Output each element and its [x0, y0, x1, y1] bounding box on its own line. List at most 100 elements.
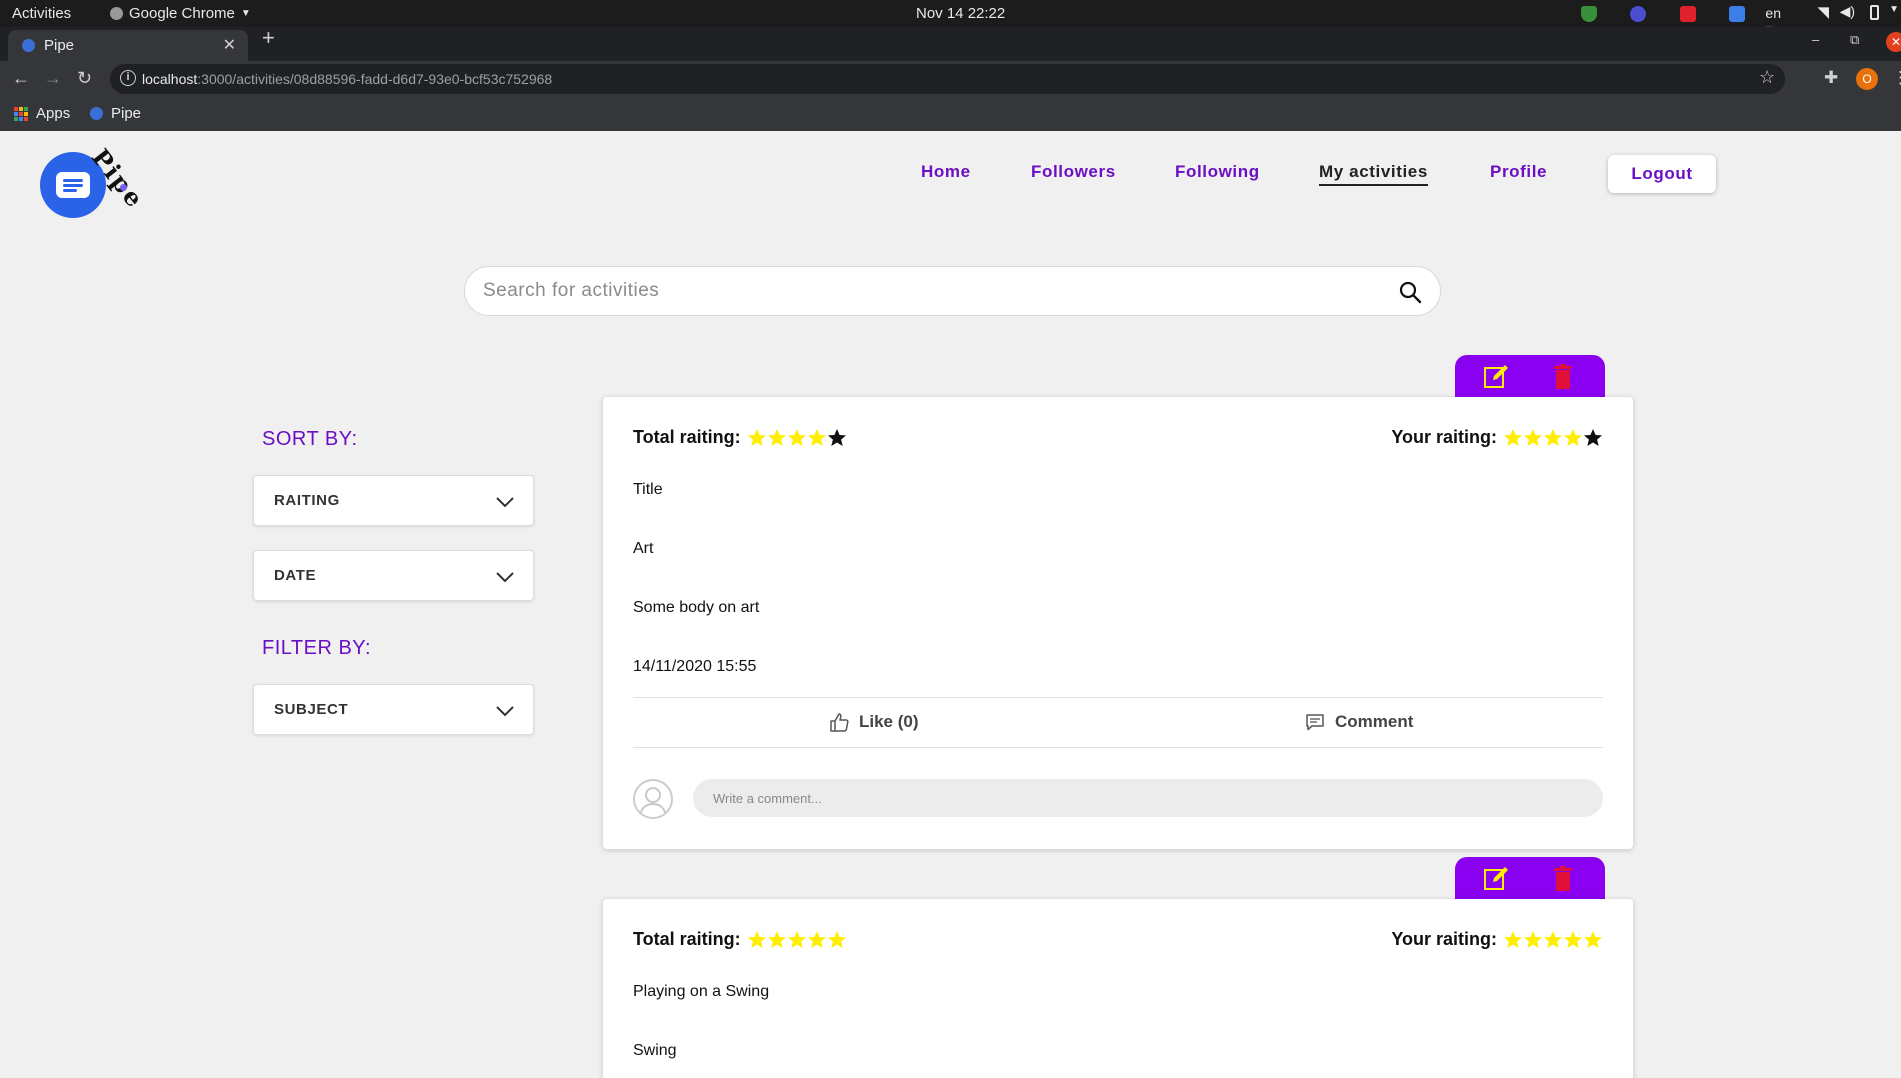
os-app-menu[interactable]: Google Chrome ▼	[110, 5, 251, 22]
your-rating: Your raiting:	[1391, 929, 1603, 950]
sort-date-select[interactable]: DATE	[253, 550, 534, 601]
activity-actions	[1455, 857, 1605, 899]
star-filled-icon[interactable]	[1523, 930, 1543, 950]
chrome-menu-icon[interactable]: ⋮	[1892, 68, 1901, 88]
reload-icon[interactable]: ↻	[77, 68, 92, 89]
star-filled-icon	[827, 930, 846, 948]
select-label: SUBJECT	[274, 701, 349, 718]
rating-row: Total raiting: Your raiting:	[633, 427, 1603, 455]
back-arrow-icon[interactable]: ←	[12, 68, 30, 89]
comment-button[interactable]: Comment	[1305, 712, 1413, 732]
trash-icon[interactable]	[1553, 866, 1573, 891]
bookmark-pipe[interactable]: Pipe	[90, 105, 141, 122]
url-text[interactable]: localhost:3000/activities/08d88596-fadd-…	[142, 71, 552, 87]
trash-icon[interactable]	[1553, 364, 1573, 389]
star-empty-icon[interactable]	[1583, 428, 1603, 448]
logo-dot	[120, 184, 127, 191]
star-filled-icon[interactable]	[1543, 930, 1563, 950]
sort-raiting-select[interactable]: RAITING	[253, 475, 534, 526]
extensions-puzzle-icon[interactable]: ✚	[1824, 68, 1838, 88]
volume-icon[interactable]: ◀)	[1840, 3, 1855, 20]
chevron-down-icon	[496, 497, 514, 508]
power-menu-icon[interactable]: ▼	[1889, 4, 1899, 15]
filter-subject-select[interactable]: SUBJECT	[253, 684, 534, 735]
activity-date: 14/11/2020 15:55	[633, 658, 757, 675]
bookmark-star-icon[interactable]: ☆	[1759, 67, 1779, 87]
minimize-icon[interactable]: –	[1812, 32, 1819, 47]
star-filled-icon	[807, 930, 826, 948]
nav-my-activities[interactable]: My activities	[1319, 162, 1428, 186]
star-filled-icon	[787, 930, 806, 948]
new-tab-icon[interactable]: +	[262, 25, 275, 51]
rating-row: Total raiting: Your raiting:	[633, 929, 1603, 957]
site-info-icon[interactable]: i	[120, 70, 136, 86]
tab-title: Pipe	[44, 37, 75, 54]
like-button[interactable]: Like (0)	[829, 712, 919, 732]
battery-icon[interactable]	[1870, 5, 1879, 20]
edit-icon[interactable]	[1483, 866, 1509, 892]
nav-profile[interactable]: Profile	[1490, 162, 1547, 182]
wifi-icon[interactable]: ◥	[1817, 3, 1829, 21]
star-filled-icon	[747, 428, 766, 446]
extension-tray-icon[interactable]	[1630, 6, 1646, 22]
record-icon[interactable]	[1680, 6, 1696, 22]
close-tab-icon[interactable]: ✕	[223, 35, 236, 55]
star-filled-icon[interactable]	[1563, 428, 1583, 448]
forward-arrow-icon[interactable]: →	[44, 68, 62, 89]
star-filled-icon[interactable]	[1523, 428, 1543, 448]
total-rating-label: Total raiting:	[633, 427, 741, 447]
activity-title: Playing on a Swing	[633, 983, 770, 1000]
activity-card: Total raiting: Your raiting: Playing on …	[603, 899, 1633, 1078]
os-clock[interactable]: Nov 14 22:22	[916, 5, 1005, 22]
address-bar[interactable]: i localhost:3000/activities/08d88596-fad…	[110, 64, 1785, 94]
pipe-favicon-icon	[90, 107, 103, 120]
nav-home[interactable]: Home	[921, 162, 971, 182]
restore-icon[interactable]: ⧉	[1850, 32, 1859, 48]
total-rating-label: Total raiting:	[633, 929, 741, 949]
your-rating: Your raiting:	[1391, 427, 1603, 448]
browser-tab-strip: Pipe ✕ + – ⧉ ✕	[0, 25, 1901, 61]
search-input[interactable]	[483, 267, 1363, 315]
os-activities-button[interactable]: Activities	[12, 5, 71, 22]
activity-title: Title	[633, 481, 663, 498]
chat-tray-icon[interactable]	[1729, 6, 1745, 22]
star-filled-icon[interactable]	[1503, 428, 1523, 448]
nav-following[interactable]: Following	[1175, 162, 1260, 182]
activity-card: Total raiting: Your raiting: Title Art S…	[603, 397, 1633, 849]
your-rating-stars[interactable]	[1503, 930, 1603, 950]
star-filled-icon[interactable]	[1503, 930, 1523, 950]
comment-input[interactable]	[693, 779, 1603, 817]
bookmark-apps[interactable]: Apps	[14, 105, 70, 122]
nav-followers[interactable]: Followers	[1031, 162, 1116, 182]
close-window-icon[interactable]: ✕	[1886, 32, 1901, 52]
total-rating: Total raiting:	[633, 427, 847, 448]
shield-icon[interactable]	[1581, 6, 1597, 22]
os-app-name: Google Chrome	[129, 5, 235, 22]
chat-bubble-icon	[56, 172, 90, 198]
apps-grid-icon	[14, 106, 28, 121]
chrome-icon	[110, 7, 123, 20]
select-label: RAITING	[274, 492, 340, 509]
os-top-bar: Activities Google Chrome ▼ Nov 14 22:22 …	[0, 0, 1901, 37]
your-rating-stars[interactable]	[1503, 428, 1603, 448]
chevron-down-icon	[496, 706, 514, 717]
search-icon[interactable]	[1398, 280, 1422, 304]
logout-button[interactable]: Logout	[1608, 155, 1716, 193]
avatar	[633, 779, 673, 819]
your-rating-label: Your raiting:	[1391, 929, 1497, 949]
star-filled-icon[interactable]	[1583, 930, 1603, 950]
profile-avatar[interactable]: O	[1856, 68, 1878, 90]
browser-tab-pipe[interactable]: Pipe ✕	[8, 30, 248, 61]
search-bar	[464, 266, 1441, 316]
star-filled-icon[interactable]	[1543, 428, 1563, 448]
activity-subject: Swing	[633, 1042, 677, 1059]
like-label: Like (0)	[859, 712, 919, 731]
total-rating: Total raiting:	[633, 929, 847, 950]
star-filled-icon[interactable]	[1563, 930, 1583, 950]
star-empty-icon	[827, 428, 846, 446]
activity-actions	[1455, 355, 1605, 397]
select-label: DATE	[274, 567, 317, 584]
edit-icon[interactable]	[1483, 364, 1509, 390]
total-rating-stars	[747, 930, 847, 950]
filter-by-title: FILTER BY:	[262, 637, 372, 659]
